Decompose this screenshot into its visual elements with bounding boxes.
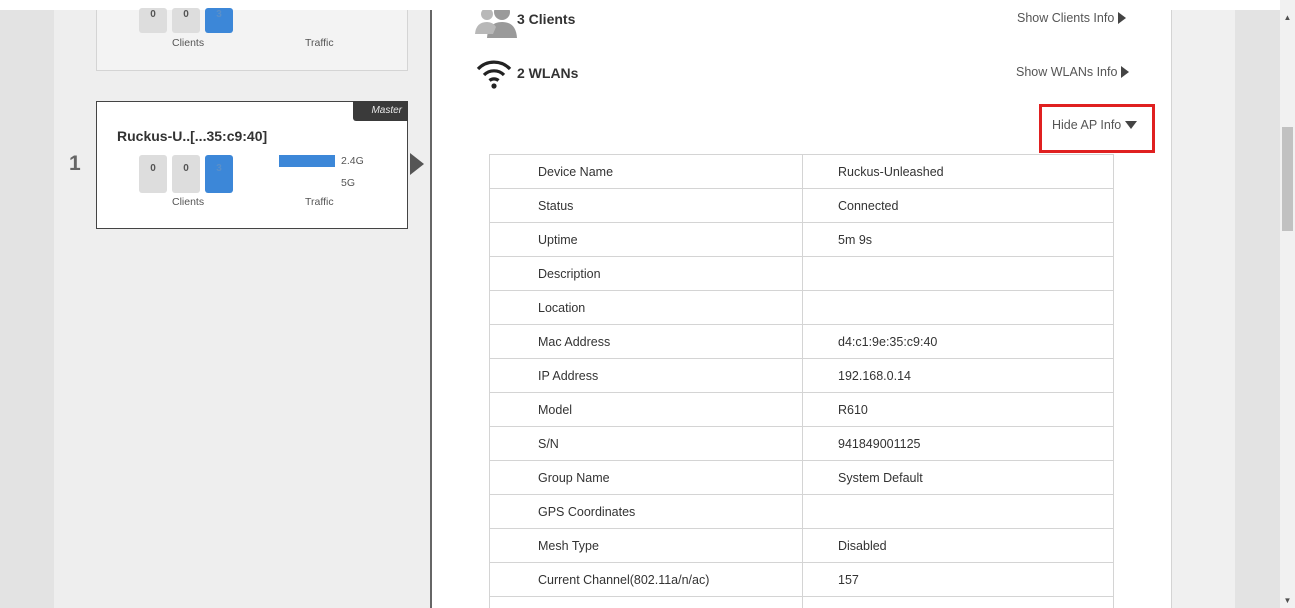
table-row: GPS Coordinates (489, 494, 1114, 529)
hide-ap-info-link[interactable]: Hide AP Info (1052, 118, 1138, 132)
client-count-box: 0 (139, 8, 167, 33)
info-key: Uptime (489, 222, 803, 257)
band-label-5g: 5G (341, 177, 356, 189)
info-key: Group Name (489, 460, 803, 495)
traffic-label: Traffic (305, 37, 334, 49)
info-value: R610 (802, 392, 1114, 427)
table-row: Group Name System Default (489, 460, 1114, 495)
ap-card-selected[interactable]: Master Ruckus-U..[...35:c9:40] 0 0 3 Cli… (96, 101, 408, 229)
caret-right-icon (1118, 12, 1127, 24)
info-key: Mesh Type (489, 528, 803, 563)
info-key: Status (489, 188, 803, 223)
table-row: Mesh Type Disabled (489, 528, 1114, 563)
scroll-up-arrow-icon[interactable]: ▲ (1280, 10, 1295, 25)
info-value (802, 290, 1114, 325)
table-row: Uptime 5m 9s (489, 222, 1114, 257)
table-row (489, 596, 1114, 608)
table-row: S/N 941849001125 (489, 426, 1114, 461)
table-row: Location (489, 290, 1114, 325)
selected-card-pointer (410, 153, 424, 175)
table-row: Device Name Ruckus-Unleashed (489, 154, 1114, 189)
clients-label: Clients (172, 196, 205, 208)
info-key: GPS Coordinates (489, 494, 803, 529)
info-key: Model (489, 392, 803, 427)
info-key (489, 596, 803, 608)
right-gutter (1235, 10, 1280, 608)
caret-right-icon (1121, 66, 1130, 78)
wifi-icon (476, 57, 512, 89)
ap-info-table: Device Name Ruckus-Unleashed Status Connec… (489, 154, 1114, 608)
info-key: S/N (489, 426, 803, 461)
ap-list-panel (54, 10, 432, 608)
info-key: Device Name (489, 154, 803, 189)
info-key: Description (489, 256, 803, 291)
clients-label: Clients (172, 37, 205, 49)
vertical-scrollbar[interactable]: ▲ ▼ (1280, 0, 1295, 608)
left-gutter (0, 10, 54, 608)
table-row: Mac Address d4:c1:9e:35:c9:40 (489, 324, 1114, 359)
info-key: Mac Address (489, 324, 803, 359)
traffic-label: Traffic (305, 196, 334, 208)
clients-icon (473, 4, 519, 40)
client-count-box: 0 (172, 155, 200, 193)
info-value (802, 596, 1114, 608)
show-wlans-info-link[interactable]: Show WLANs Info (1016, 65, 1130, 79)
traffic-bar-2-4g (279, 155, 335, 167)
clients-section-title: 3 Clients (517, 11, 576, 27)
ap-card-partial[interactable]: 0 0 3 Clients Traffic (96, 8, 408, 71)
band-label-2-4g: 2.4G (341, 155, 364, 167)
caret-down-icon (1125, 121, 1138, 129)
right-gap (1171, 10, 1235, 608)
info-value: 192.168.0.14 (802, 358, 1114, 393)
client-count-box: 3 (205, 8, 233, 33)
info-value: Ruckus-Unleashed (802, 154, 1114, 189)
info-value: 157 (802, 562, 1114, 597)
info-value: d4:c1:9e:35:c9:40 (802, 324, 1114, 359)
client-count-box: 0 (172, 8, 200, 33)
info-value: Disabled (802, 528, 1114, 563)
info-value: 5m 9s (802, 222, 1114, 257)
scroll-down-arrow-icon[interactable]: ▼ (1280, 593, 1295, 608)
table-row: Status Connected (489, 188, 1114, 223)
scrollbar-thumb[interactable] (1282, 127, 1293, 231)
info-key: Location (489, 290, 803, 325)
client-count-box: 0 (139, 155, 167, 193)
table-row: Description (489, 256, 1114, 291)
table-row: Current Channel(802.11a/n/ac) 157 (489, 562, 1114, 597)
show-clients-info-link[interactable]: Show Clients Info (1017, 11, 1127, 25)
info-value: Connected (802, 188, 1114, 223)
table-row: Model R610 (489, 392, 1114, 427)
info-value (802, 494, 1114, 529)
ap-index: 1 (69, 152, 81, 175)
info-value (802, 256, 1114, 291)
master-badge: Master (353, 101, 408, 121)
wlans-section-title: 2 WLANs (517, 65, 579, 81)
client-count-box: 3 (205, 155, 233, 193)
ap-card-title: Ruckus-U..[...35:c9:40] (117, 128, 268, 144)
table-row: IP Address 192.168.0.14 (489, 358, 1114, 393)
info-key: Current Channel(802.11a/n/ac) (489, 562, 803, 597)
info-key: IP Address (489, 358, 803, 393)
info-value: 941849001125 (802, 426, 1114, 461)
info-value: System Default (802, 460, 1114, 495)
